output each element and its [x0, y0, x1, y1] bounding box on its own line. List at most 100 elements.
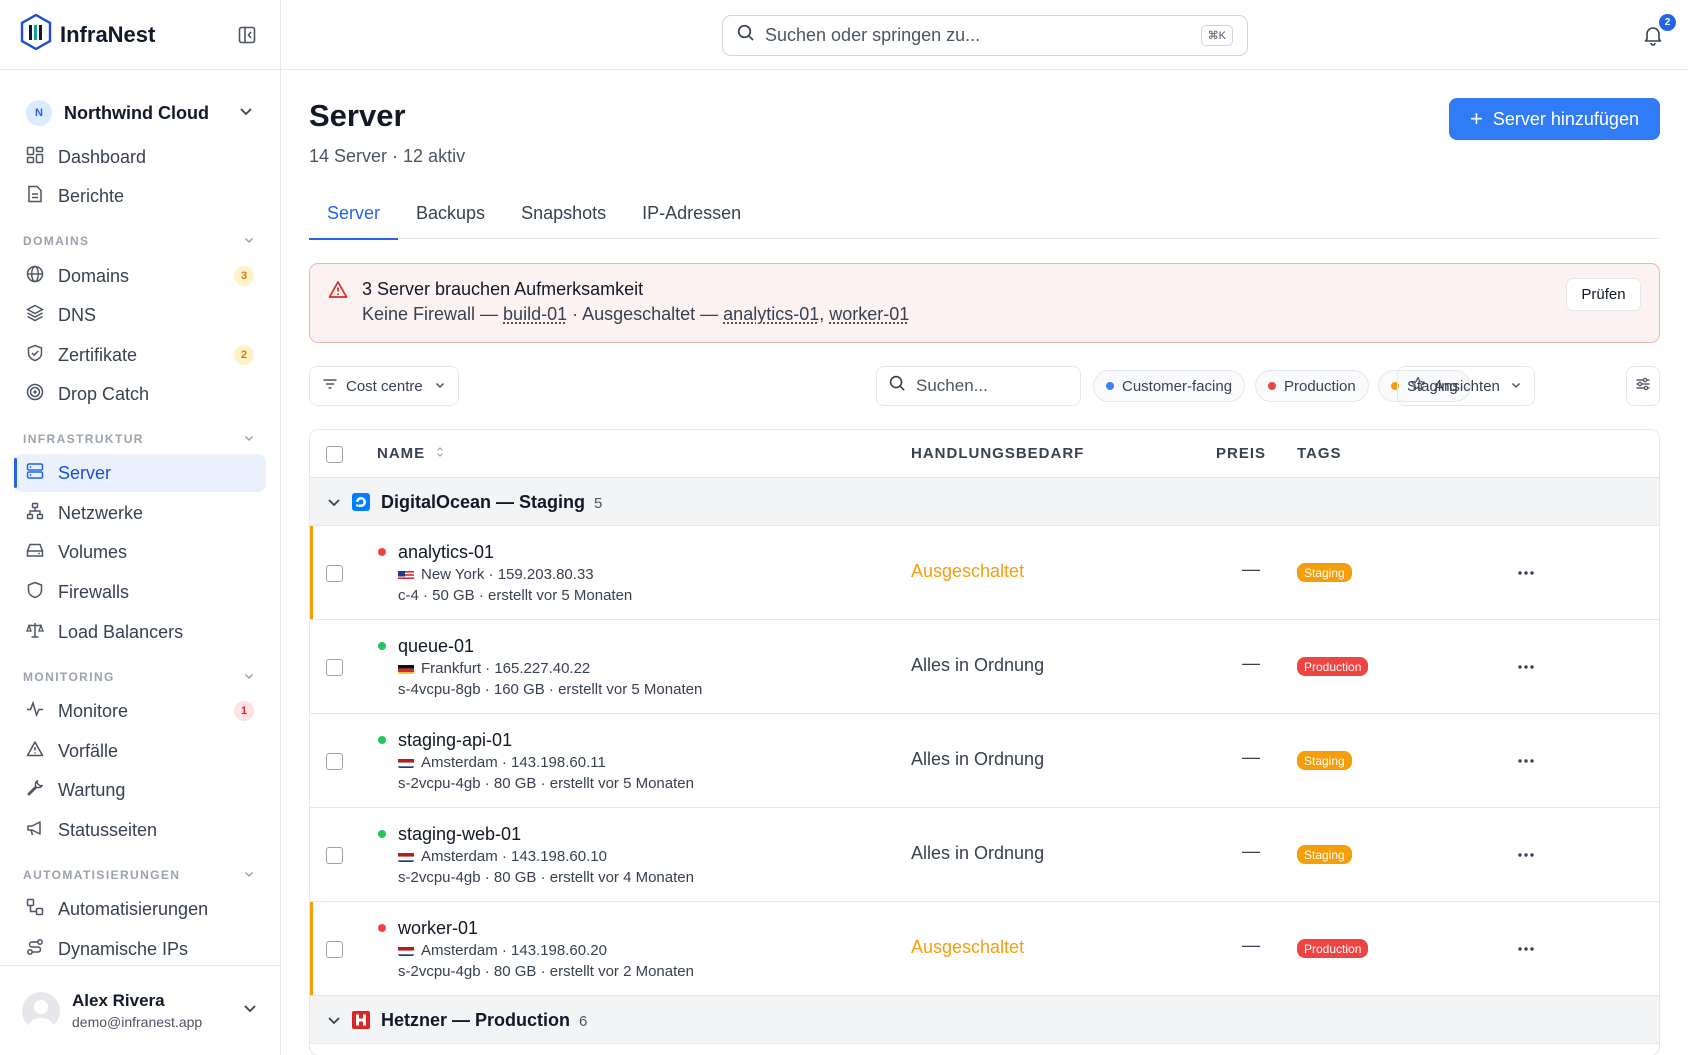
table-row-staging-web-01[interactable]: staging-web-01 Amsterdam · 143.198.60.10…: [310, 808, 1659, 902]
sidebar-item-netzwerke[interactable]: Netzwerke: [14, 494, 266, 532]
views-dropdown[interactable]: Ansichten: [1397, 366, 1535, 406]
sidebar-collapse-icon[interactable]: [234, 22, 260, 48]
sidebar-item-zertifikate[interactable]: Zertifikate 2: [14, 336, 266, 374]
status-dot-online: [378, 642, 386, 650]
group-count: 5: [594, 495, 602, 512]
tag-badge: Staging: [1297, 845, 1352, 864]
row-checkbox[interactable]: [326, 941, 343, 958]
sidebar: InfraNest N Northwind Cloud Dashboard Be…: [0, 0, 281, 1055]
group-row-hetzner[interactable]: Hetzner — Production 6: [310, 996, 1659, 1044]
sidebar-item-vorfaelle[interactable]: Vorfälle: [14, 732, 266, 770]
sidebar-item-dashboard[interactable]: Dashboard: [14, 138, 266, 176]
alert-title: 3 Server brauchen Aufmerksamkeit: [362, 279, 643, 300]
group-row-digitalocean[interactable]: DigitalOcean — Staging 5: [310, 478, 1659, 526]
chip-production[interactable]: Production: [1255, 370, 1369, 402]
sidebar-item-server[interactable]: Server: [14, 454, 266, 492]
layers-icon: [26, 304, 44, 327]
logo-row: InfraNest: [0, 0, 280, 70]
more-actions-icon[interactable]: [1515, 658, 1537, 676]
section-header-domains[interactable]: DOMAINS: [23, 231, 255, 251]
column-header-name[interactable]: NAME: [377, 445, 445, 462]
price: —: [1242, 653, 1260, 674]
sidebar-item-drop-catch[interactable]: Drop Catch: [14, 375, 266, 413]
more-actions-icon[interactable]: [1515, 752, 1537, 770]
user-menu[interactable]: Alex Rivera demo@infranest.app: [0, 965, 280, 1055]
shield-check-icon: [26, 344, 44, 367]
server-name[interactable]: staging-web-01: [398, 824, 521, 845]
more-actions-icon[interactable]: [1515, 564, 1537, 582]
sidebar-item-dynamische-ips[interactable]: Dynamische IPs: [14, 930, 266, 968]
network-icon: [26, 502, 44, 525]
more-actions-icon[interactable]: [1515, 940, 1537, 958]
sidebar-item-automatisierungen[interactable]: Automatisierungen: [14, 890, 266, 928]
more-actions-icon[interactable]: [1515, 846, 1537, 864]
search-icon: [737, 24, 755, 47]
global-search[interactable]: ⌘K: [722, 15, 1248, 56]
server-location: New York · 159.203.80.33: [398, 566, 594, 583]
table-row-worker-01[interactable]: worker-01 Amsterdam · 143.198.60.20 s-2v…: [310, 902, 1659, 996]
server-location-text: Amsterdam · 143.198.60.20: [421, 942, 607, 959]
row-checkbox[interactable]: [326, 659, 343, 676]
row-checkbox[interactable]: [326, 753, 343, 770]
tab-snapshots[interactable]: Snapshots: [503, 200, 624, 239]
table-row-queue-01[interactable]: queue-01 Frankfurt · 165.227.40.22 s-4vc…: [310, 620, 1659, 714]
price: —: [1242, 935, 1260, 956]
alert-triangle-icon: [328, 280, 348, 305]
section-header-monitoring[interactable]: MONITORING: [23, 667, 255, 687]
price: —: [1242, 559, 1260, 580]
server-location-text: Frankfurt · 165.227.40.22: [421, 660, 590, 677]
table-search[interactable]: [876, 366, 1081, 406]
select-all-checkbox[interactable]: [326, 446, 343, 463]
sidebar-item-domains[interactable]: Domains 3: [14, 257, 266, 295]
tab-server[interactable]: Server: [309, 200, 398, 239]
sidebar-item-label: Vorfälle: [58, 741, 118, 762]
notifications-button[interactable]: 2: [1638, 20, 1668, 50]
sidebar-item-load-balancers[interactable]: Load Balancers: [14, 613, 266, 651]
table-search-input[interactable]: [916, 376, 1066, 396]
global-search-input[interactable]: [765, 25, 1201, 46]
cost-centre-filter[interactable]: Cost centre: [309, 366, 459, 406]
nl-flag-icon: [398, 851, 414, 862]
table-row-analytics-01[interactable]: analytics-01 New York · 159.203.80.33 c-…: [310, 526, 1659, 620]
server-name[interactable]: worker-01: [398, 918, 478, 939]
sidebar-item-berichte[interactable]: Berichte: [14, 177, 266, 215]
sidebar-item-label: Berichte: [58, 186, 124, 207]
sidebar-item-label: Load Balancers: [58, 622, 183, 643]
sidebar-item-volumes[interactable]: Volumes: [14, 533, 266, 571]
server-location: Frankfurt · 165.227.40.22: [398, 660, 590, 677]
count-badge: 1: [234, 701, 254, 721]
section-header-infrastruktur[interactable]: INFRASTRUKTUR: [23, 429, 255, 449]
server-name[interactable]: analytics-01: [398, 542, 494, 563]
server-link-build-01[interactable]: build-01: [503, 304, 567, 324]
sidebar-item-monitore[interactable]: Monitore 1: [14, 692, 266, 730]
column-settings-button[interactable]: [1626, 366, 1660, 406]
server-link-worker-01[interactable]: worker-01: [829, 304, 909, 324]
server-link-analytics-01[interactable]: analytics-01: [723, 304, 819, 324]
sidebar-item-label: Server: [58, 463, 111, 484]
user-name: Alex Rivera: [72, 991, 202, 1011]
chip-customer-facing[interactable]: Customer-facing: [1093, 370, 1245, 402]
sidebar-item-dns[interactable]: DNS: [14, 296, 266, 334]
status-dot-offline: [378, 548, 386, 556]
app-name: InfraNest: [60, 22, 155, 48]
org-switcher[interactable]: N Northwind Cloud: [0, 84, 280, 142]
row-checkbox[interactable]: [326, 847, 343, 864]
tab-backups[interactable]: Backups: [398, 200, 503, 239]
tab-ip-adressen[interactable]: IP-Adressen: [624, 200, 759, 239]
activity-icon: [26, 700, 44, 723]
sidebar-item-label: Automatisierungen: [58, 899, 208, 920]
server-name[interactable]: staging-api-01: [398, 730, 512, 751]
sidebar-item-label: DNS: [58, 305, 96, 326]
sidebar-item-statusseiten[interactable]: Statusseiten: [14, 811, 266, 849]
column-header-tags: TAGS: [1297, 445, 1342, 462]
section-header-automatisierungen[interactable]: AUTOMATISIERUNGEN: [23, 865, 255, 885]
review-button[interactable]: Prüfen: [1566, 278, 1641, 311]
table-row-staging-api-01[interactable]: staging-api-01 Amsterdam · 143.198.60.11…: [310, 714, 1659, 808]
server-name[interactable]: queue-01: [398, 636, 474, 657]
add-server-button[interactable]: + Server hinzufügen: [1449, 98, 1660, 140]
tab-bar: Server Backups Snapshots IP-Adressen: [309, 200, 1660, 239]
row-checkbox[interactable]: [326, 565, 343, 582]
sidebar-item-firewalls[interactable]: Firewalls: [14, 573, 266, 611]
sidebar-item-wartung[interactable]: Wartung: [14, 771, 266, 809]
server-location: Amsterdam · 143.198.60.11: [398, 754, 606, 771]
